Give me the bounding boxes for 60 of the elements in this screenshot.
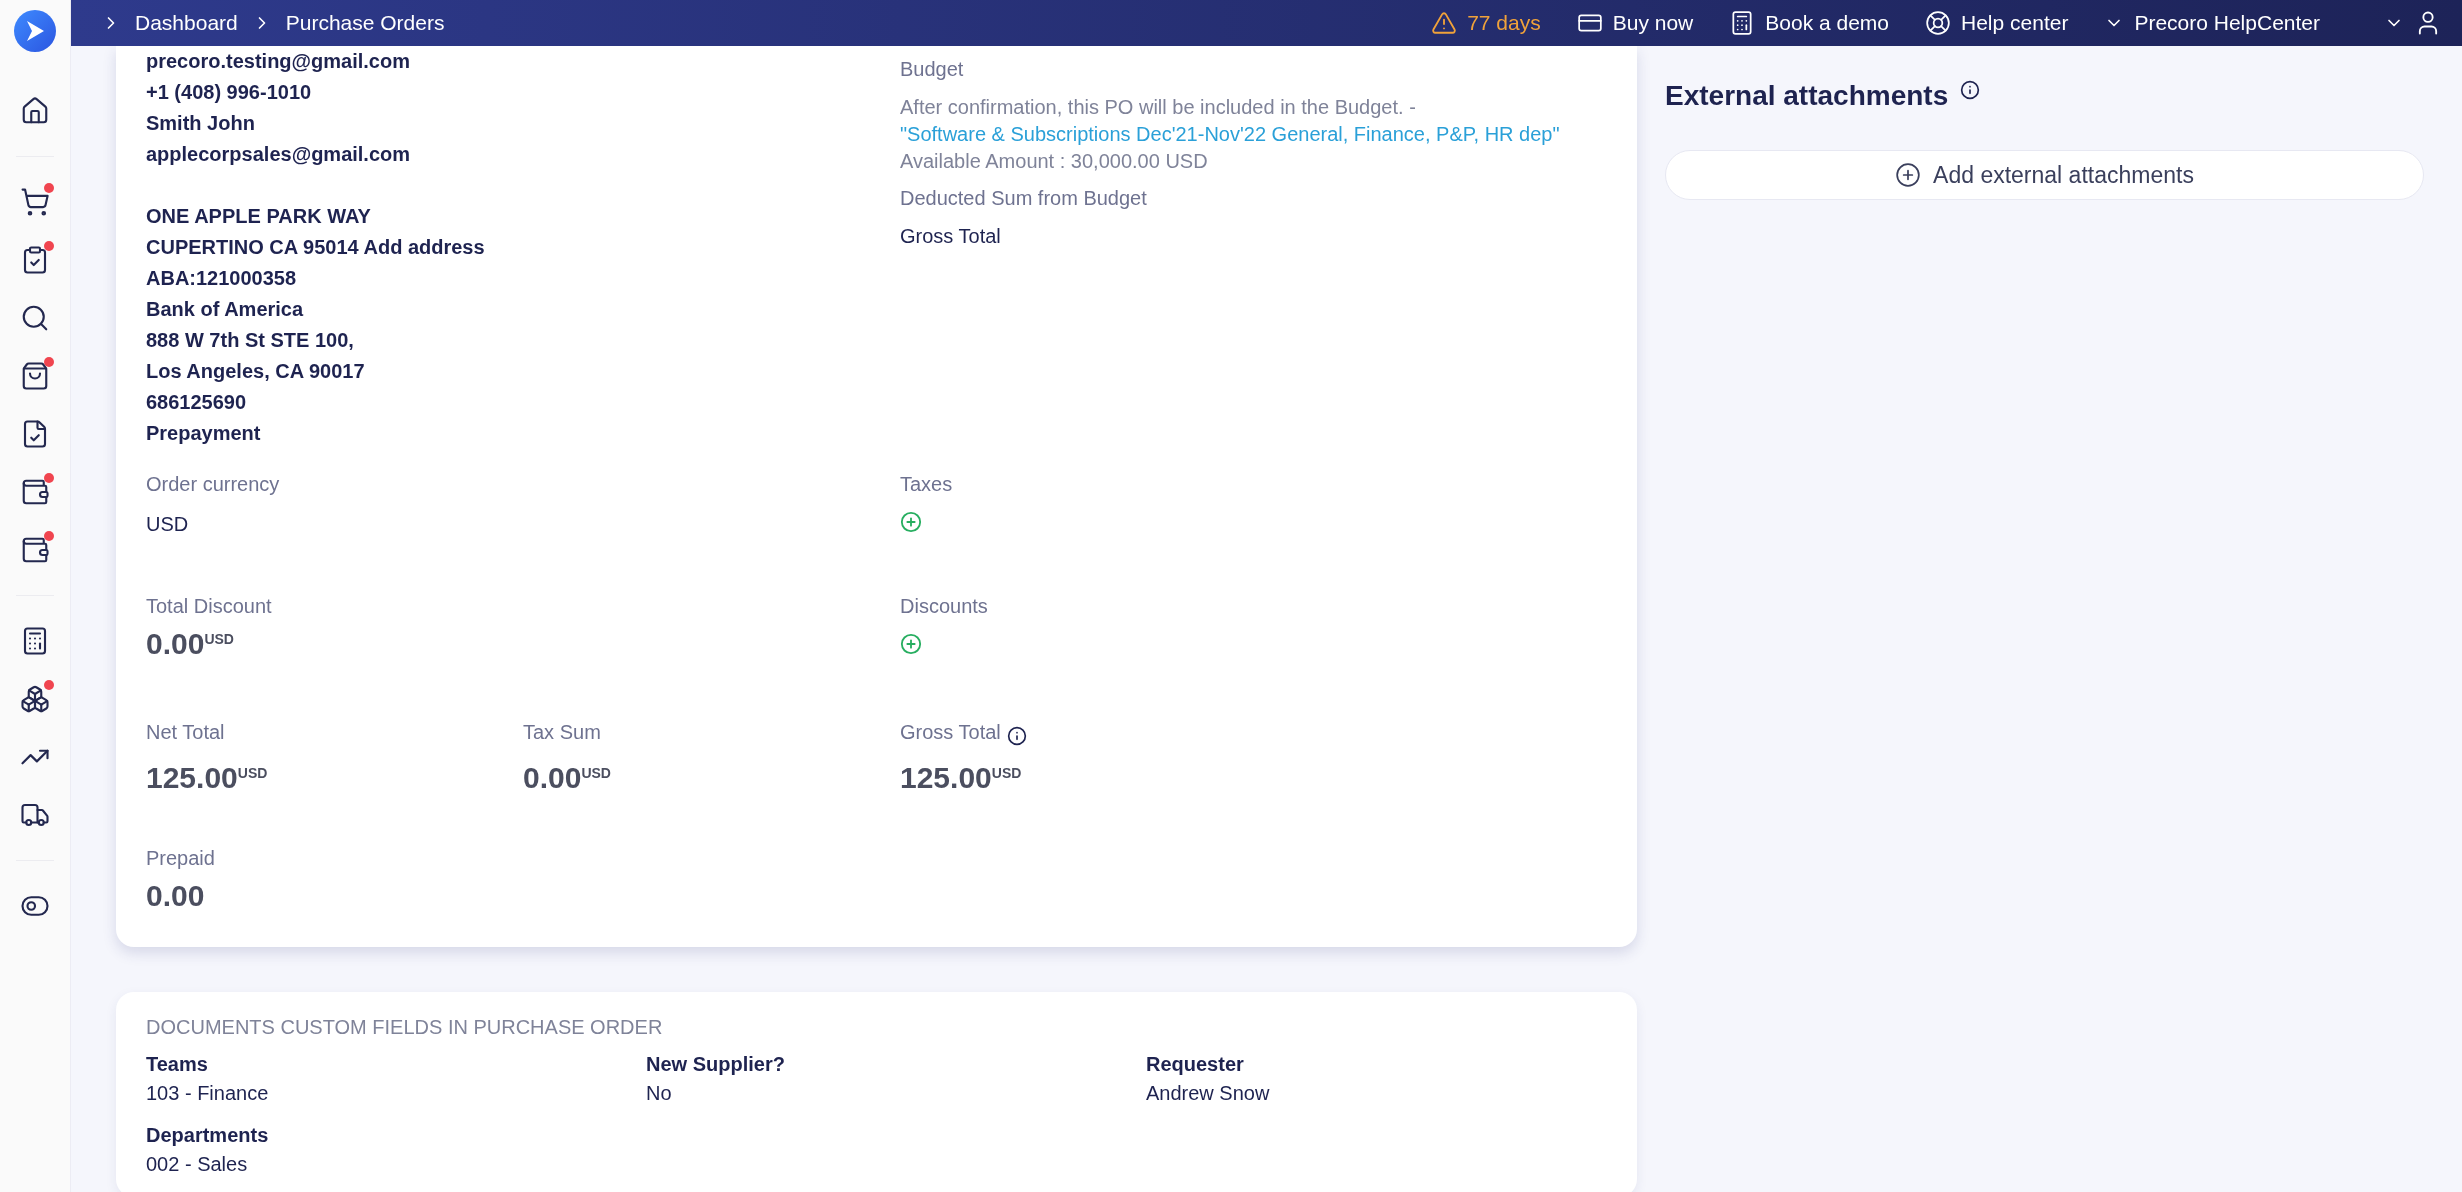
field-value: Gross Total [900,224,1002,249]
supplier-address-text: 686125690 [146,390,248,415]
field-value: USD [146,512,190,537]
field-value: 002 - Sales [146,1152,249,1177]
supplier-address-text: Prepayment [146,421,262,446]
wallet-icon [20,535,50,565]
field-label: Order currency [146,472,281,497]
field-label: Discounts [900,594,989,619]
cart-icon [20,187,50,217]
field-value: 103 - Finance [146,1081,270,1106]
search-icon [20,303,50,333]
field-label: Requester [1146,1052,1245,1077]
bag-icon [20,361,50,391]
header-action-button[interactable]: Help center [1925,10,2069,36]
home-icon [20,96,50,126]
supplier-address-text: ABA:121000358 [146,266,298,291]
company-selector[interactable]: Precoro HelpCenter [2104,11,2320,35]
field-value: No [646,1081,673,1106]
lifebuoy-icon [1925,10,1951,36]
field-label: Taxes [900,472,954,497]
field-label: Departments [146,1123,270,1148]
field-label: Budget [900,57,965,82]
section-title: DOCUMENTS CUSTOM FIELDS IN PURCHASE ORDER [146,1016,664,1039]
available-amount-text: Available Amount : 30,000.00 USD [900,149,1209,174]
trial-days-button[interactable]: 77 days [1431,10,1541,36]
info-icon [1006,726,1027,746]
supplier-contact-text: +1 (408) 996-1010 [146,80,313,105]
info-icon [1960,80,1981,100]
breadcrumb-link[interactable]: Dashboard [135,11,238,35]
plus-circle-icon [1895,162,1922,188]
field-label: Gross Total [900,720,1001,745]
field-label: Tax Sum [523,720,601,745]
field-label: Teams [146,1052,209,1077]
header-action-button[interactable]: Buy now [1576,10,1694,36]
budget-note: After confirmation, this PO will be included in the Budget. - [900,95,1417,120]
app-logo[interactable] [14,10,56,52]
supplier-address-text: Los Angeles, CA 90017 [146,359,366,384]
supplier-address-text: CUPERTINO CA 95014 Add address [146,235,486,260]
supplier-address-text: Bank of America [146,297,305,322]
supplier-contact-text: applecorpsales@gmail.com [146,142,412,167]
field-label: Total Discount [146,594,273,619]
supplier-contact-text: precoro.testing@gmail.com [146,49,411,74]
header-action-button[interactable]: Book a demo [1729,10,1889,36]
section-heading: External attachments [1665,80,2424,112]
add-attachment-button[interactable]: Add external attachments [1665,150,2424,200]
warning-icon [1431,10,1458,36]
field-label: Prepaid [146,846,216,871]
amount-value: 0.00 [146,879,206,913]
field-value: Andrew Snow [1146,1081,1271,1106]
field-label: Net Total [146,720,225,745]
boxes-icon [20,684,50,714]
supplier-address-text: ONE APPLE PARK WAY [146,204,372,229]
breadcrumb-link[interactable]: Purchase Orders [285,11,445,35]
field-label: New Supplier? [646,1052,786,1077]
wallet-icon [20,477,50,507]
field-label: Deducted Sum from Budget [900,186,1148,211]
add-tax-button[interactable] [900,511,922,533]
supplier-address-text: 888 W 7th St STE 100, [146,328,355,353]
add-discount-button[interactable] [900,633,922,655]
supplier-contact-text: Smith John [146,111,256,136]
